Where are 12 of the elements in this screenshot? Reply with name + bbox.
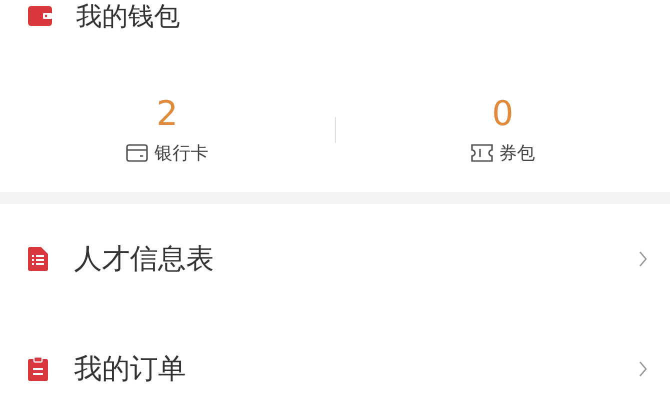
clipboard-icon	[28, 357, 48, 381]
document-icon	[28, 247, 48, 271]
menu-item[interactable]: 人才信息表	[0, 204, 670, 314]
stat-label[interactable]: 券包	[498, 141, 535, 165]
ticket-icon	[470, 144, 493, 162]
wallet-icon	[28, 6, 52, 26]
stat-label[interactable]: 银行卡	[154, 141, 208, 165]
card-icon	[126, 144, 148, 162]
menu-item[interactable]: 我的订单	[0, 314, 670, 415]
chevron-right-icon	[638, 250, 648, 268]
chevron-right-icon	[638, 360, 648, 378]
wallet-title: 我的钱包	[76, 0, 180, 34]
